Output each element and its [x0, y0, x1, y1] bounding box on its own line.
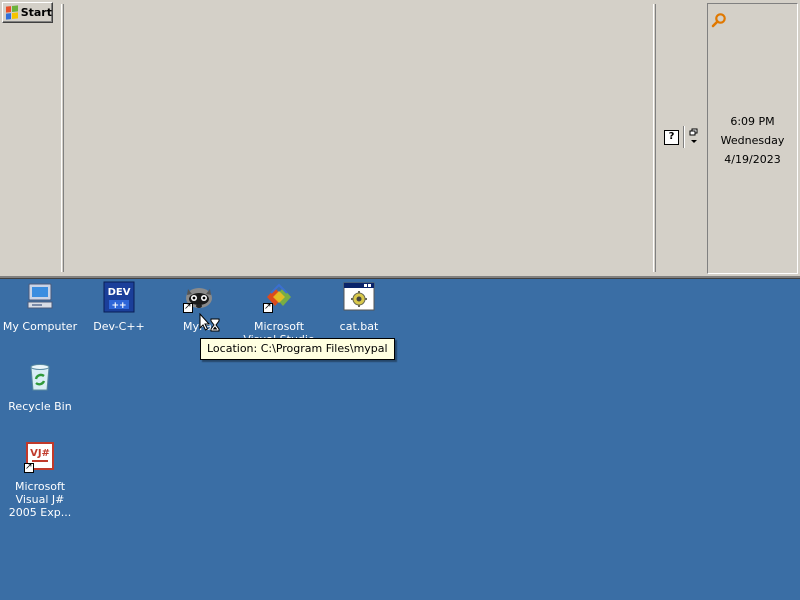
clock-time: 6:09 PM — [730, 115, 775, 128]
desktop-icon-cat-bat[interactable]: cat.bat — [319, 281, 399, 333]
svg-text:VJ#: VJ# — [30, 448, 50, 459]
computer-icon — [27, 283, 53, 309]
shortcut-arrow-icon — [183, 301, 193, 314]
desktop-icon-recycle-bin[interactable]: Recycle Bin — [0, 361, 80, 413]
location-tooltip: Location: C:\Program Files\mypal — [200, 338, 395, 360]
clock-day: Wednesday — [720, 134, 785, 147]
icon-label: Dev-C++ — [93, 320, 145, 333]
busy-cursor-icon — [199, 313, 220, 332]
mypal-icon — [183, 281, 215, 314]
quicklaunch-separator — [683, 126, 684, 148]
visual-jsharp-icon: VJ# — [24, 441, 56, 474]
icon-label: cat.bat — [339, 320, 379, 333]
quicklaunch-overflow-icon[interactable] — [689, 128, 699, 146]
system-tray: 6:09 PM Wednesday 4/19/2023 — [707, 3, 798, 274]
shortcut-arrow-icon — [24, 461, 34, 474]
start-label: Start — [20, 6, 52, 19]
taskbar-edge — [0, 276, 800, 279]
visual-studio-icon — [263, 281, 295, 314]
recycle-bin-icon — [30, 364, 50, 391]
batch-file-icon — [343, 282, 375, 311]
icon-label: My Computer — [2, 320, 78, 333]
shortcut-arrow-icon — [263, 301, 273, 314]
windows-logo-icon — [6, 5, 18, 20]
icon-label: Recycle Bin — [8, 400, 72, 413]
clock-date: 4/19/2023 — [724, 153, 781, 166]
taskbar-grip[interactable] — [61, 4, 64, 272]
desktop-icon-visual-jsharp[interactable]: VJ# Microsoft Visual J# 2005 Exp... — [0, 441, 80, 519]
svg-text:++: ++ — [111, 301, 126, 311]
help-icon[interactable]: ? — [664, 130, 679, 145]
desktop-icon-dev-cpp[interactable]: DEV ++ Dev-C++ — [79, 281, 159, 333]
start-button[interactable]: Start — [2, 2, 53, 23]
search-icon[interactable] — [711, 12, 727, 28]
devcpp-icon: DEV ++ — [103, 281, 135, 313]
icon-label: Microsoft Visual J# 2005 Exp... — [8, 480, 72, 519]
taskbar: Start ? 6:09 PM Wednesday 4/19/2023 — [0, 0, 800, 276]
clock[interactable]: 6:09 PM Wednesday 4/19/2023 — [708, 112, 797, 169]
svg-text:DEV: DEV — [108, 287, 131, 298]
quicklaunch-grip[interactable] — [653, 4, 656, 272]
desktop-icon-my-computer[interactable]: My Computer — [0, 281, 80, 333]
